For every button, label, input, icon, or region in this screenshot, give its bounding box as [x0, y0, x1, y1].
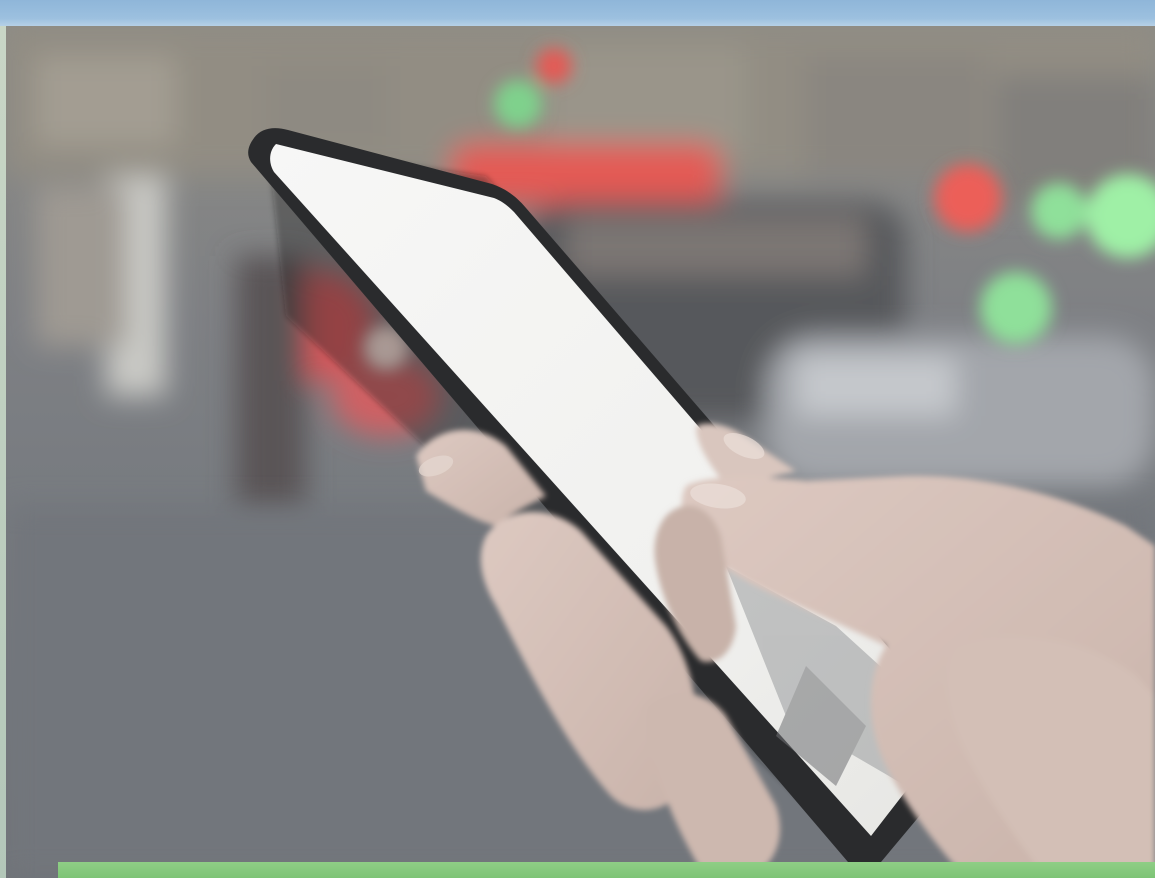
photo-illustration [6, 26, 1155, 878]
bottom-color-band [58, 862, 1155, 878]
street-photo [6, 26, 1155, 878]
top-color-band [0, 0, 1155, 26]
photo-page [0, 0, 1155, 878]
